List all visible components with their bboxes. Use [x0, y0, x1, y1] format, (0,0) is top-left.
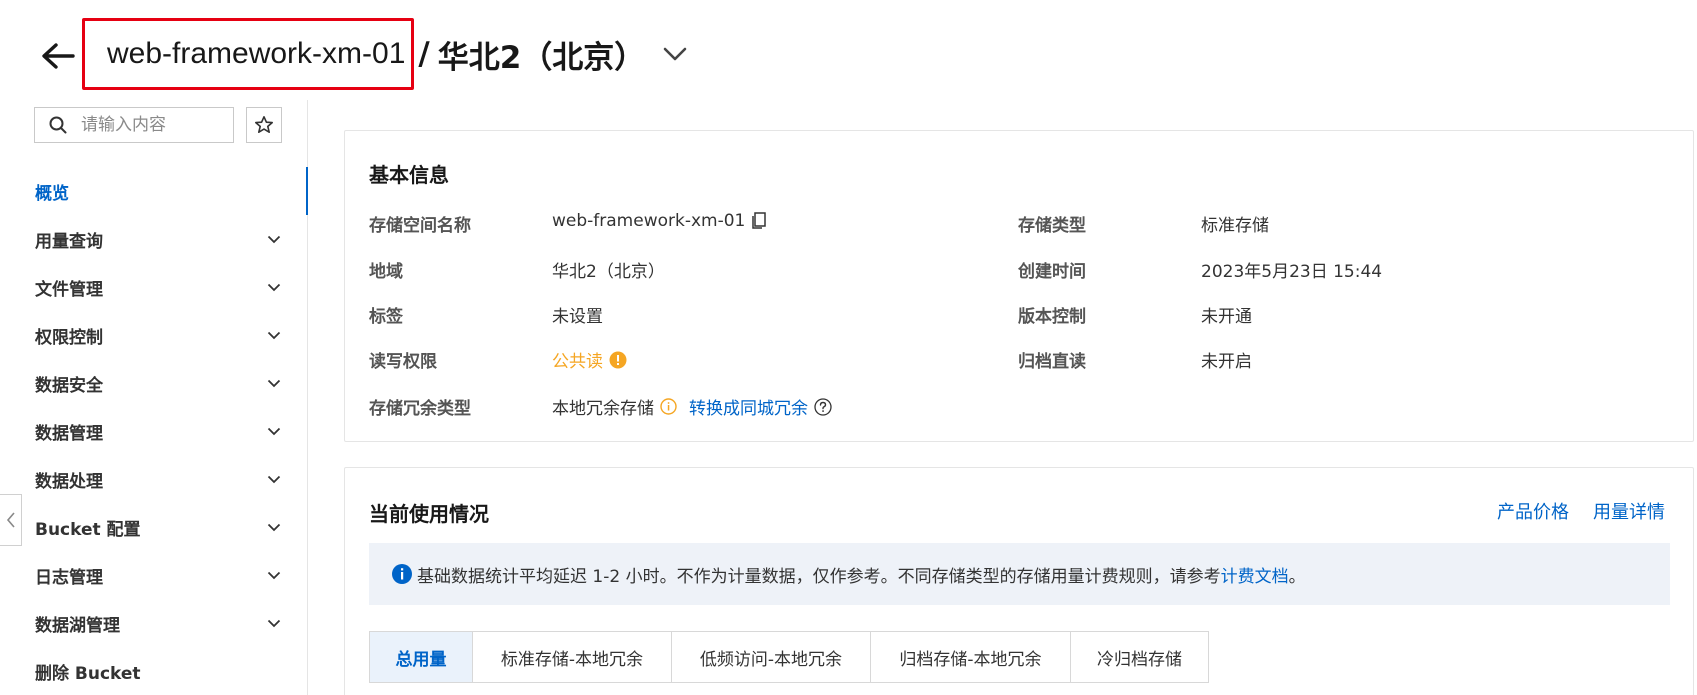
sidebar-item-label: 数据管理: [35, 423, 103, 444]
favorite-button[interactable]: [246, 107, 282, 143]
archive-read-label: 归档直读: [1018, 352, 1086, 372]
usage-details-link[interactable]: 用量详情: [1593, 498, 1665, 524]
sidebar-item-label: 数据湖管理: [35, 615, 120, 636]
tab-label: 标准存储-本地冗余: [500, 649, 644, 670]
usage-card: 当前使用情况 产品价格 用量详情 基础数据统计平均延迟 1-2 小时。不作为计量…: [344, 467, 1694, 695]
sidebar-item-usage-query[interactable]: 用量查询: [0, 215, 307, 263]
search-input[interactable]: [81, 115, 211, 135]
region-title: 华北2（北京）: [437, 39, 646, 76]
notice-text: 基础数据统计平均延迟 1-2 小时。不作为计量数据，仅作参考。不同存储类型的存储…: [417, 566, 1221, 587]
back-button[interactable]: [40, 38, 76, 74]
sidebar-item-delete-bucket[interactable]: 删除 Bucket: [0, 647, 307, 695]
chevron-down-icon: [267, 379, 281, 387]
info-icon: [392, 564, 412, 584]
search-icon: [49, 116, 67, 134]
sidebar-item-label: 数据安全: [35, 375, 103, 396]
product-price-link[interactable]: 产品价格: [1497, 498, 1569, 524]
tab-infrequent-access[interactable]: 低频访问-本地冗余: [672, 632, 871, 682]
usage-notice: 基础数据统计平均延迟 1-2 小时。不作为计量数据，仅作参考。不同存储类型的存储…: [369, 543, 1670, 605]
copy-button[interactable]: [751, 212, 767, 230]
sidebar-item-data-lake[interactable]: 数据湖管理: [0, 599, 307, 647]
tags-value: 未设置: [552, 307, 603, 327]
bucket-name-field: web-framework-xm-01: [552, 211, 767, 231]
basic-info-title: 基本信息: [369, 163, 449, 187]
notice-end: 。: [1288, 566, 1306, 587]
region-dropdown[interactable]: [661, 40, 689, 68]
tab-cold-archive[interactable]: 冷归档存储: [1071, 632, 1208, 682]
sidebar-nav: 概览 用量查询 文件管理 权限控制 数据安全 数据管理 数据处理 Bucket …: [0, 167, 308, 695]
sidebar-item-label: 日志管理: [35, 567, 103, 588]
tab-label: 低频访问-本地冗余: [699, 649, 843, 670]
sidebar-item-label: 删除 Bucket: [35, 663, 141, 684]
acl-field: 公共读: [552, 347, 627, 372]
bucket-name-value: web-framework-xm-01: [552, 211, 746, 231]
page-title: web-framework-xm-01 / 华北2（北京）: [82, 18, 689, 90]
sidebar-item-log-management[interactable]: 日志管理: [0, 551, 307, 599]
redundancy-value: 本地冗余存储: [552, 399, 654, 419]
sidebar-item-label: 概览: [35, 183, 69, 204]
chevron-down-icon: [267, 283, 281, 291]
sidebar-item-data-security[interactable]: 数据安全: [0, 359, 307, 407]
versioning-value: 未开通: [1201, 307, 1252, 327]
star-icon: [255, 116, 273, 133]
redundancy-field: 本地冗余存储 转换成同城冗余: [552, 394, 832, 419]
usage-tabs: 总用量 标准存储-本地冗余 低频访问-本地冗余 归档存储-本地冗余 冷归档存储: [369, 631, 1209, 683]
acl-value: 公共读: [552, 352, 603, 372]
tab-label: 归档存储-本地冗余: [899, 649, 1042, 670]
help-icon[interactable]: [814, 397, 832, 416]
region-label: 地域: [369, 262, 403, 282]
bucket-name-label: 存储空间名称: [369, 216, 471, 236]
sidebar-item-data-processing[interactable]: 数据处理: [0, 455, 307, 503]
sidebar-item-label: 用量查询: [35, 231, 103, 252]
warning-icon[interactable]: [609, 351, 627, 369]
tab-archive-storage[interactable]: 归档存储-本地冗余: [871, 632, 1071, 682]
sidebar-item-overview[interactable]: 概览: [0, 167, 308, 215]
sidebar-item-label: Bucket 配置: [35, 519, 141, 540]
usage-title: 当前使用情况: [369, 502, 489, 526]
storage-type-value: 标准存储: [1201, 216, 1269, 236]
sidebar: 概览 用量查询 文件管理 权限控制 数据安全 数据管理 数据处理 Bucket …: [0, 100, 308, 695]
sidebar-item-access-control[interactable]: 权限控制: [0, 311, 307, 359]
sidebar-item-data-management[interactable]: 数据管理: [0, 407, 307, 455]
redundancy-label: 存储冗余类型: [369, 399, 471, 419]
basic-info-card: 基本信息 存储空间名称 web-framework-xm-01 存储类型 标准存…: [344, 130, 1694, 442]
chevron-down-icon: [267, 475, 281, 483]
billing-doc-link[interactable]: 计费文档: [1221, 562, 1289, 587]
tags-label: 标签: [369, 307, 403, 327]
chevron-down-icon: [267, 331, 281, 339]
chevron-down-icon: [267, 427, 281, 435]
versioning-label: 版本控制: [1018, 307, 1086, 327]
sidebar-item-label: 权限控制: [35, 327, 103, 348]
tab-label: 总用量: [395, 649, 447, 670]
sidebar-search: [34, 107, 234, 143]
info-icon[interactable]: [660, 398, 677, 415]
bucket-name-title: web-framework-xm-01: [82, 18, 415, 90]
chevron-left-icon: [6, 512, 15, 528]
title-separator: /: [418, 36, 430, 72]
sidebar-item-bucket-config[interactable]: Bucket 配置: [0, 503, 307, 551]
chevron-down-icon: [267, 571, 281, 579]
chevron-down-icon: [663, 47, 687, 61]
chevron-down-icon: [267, 523, 281, 531]
sidebar-item-file-management[interactable]: 文件管理: [0, 263, 307, 311]
tab-standard-storage[interactable]: 标准存储-本地冗余: [473, 632, 672, 682]
sidebar-item-label: 文件管理: [35, 279, 103, 300]
created-time-value: 2023年5月23日 15:44: [1201, 262, 1383, 282]
acl-label: 读写权限: [369, 352, 437, 372]
chevron-down-icon: [267, 235, 281, 243]
arrow-left-icon: [42, 43, 75, 69]
sidebar-item-label: 数据处理: [35, 471, 103, 492]
tab-total-usage[interactable]: 总用量: [370, 632, 473, 682]
storage-type-label: 存储类型: [1018, 216, 1086, 236]
region-value: 华北2（北京）: [552, 262, 665, 282]
created-time-label: 创建时间: [1018, 262, 1086, 282]
archive-read-value: 未开启: [1201, 352, 1252, 372]
chevron-down-icon: [267, 619, 281, 627]
convert-redundancy-link[interactable]: 转换成同城冗余: [689, 394, 808, 419]
sidebar-collapse-handle[interactable]: [0, 494, 22, 546]
tab-label: 冷归档存储: [1097, 649, 1182, 670]
copy-icon: [752, 212, 767, 229]
